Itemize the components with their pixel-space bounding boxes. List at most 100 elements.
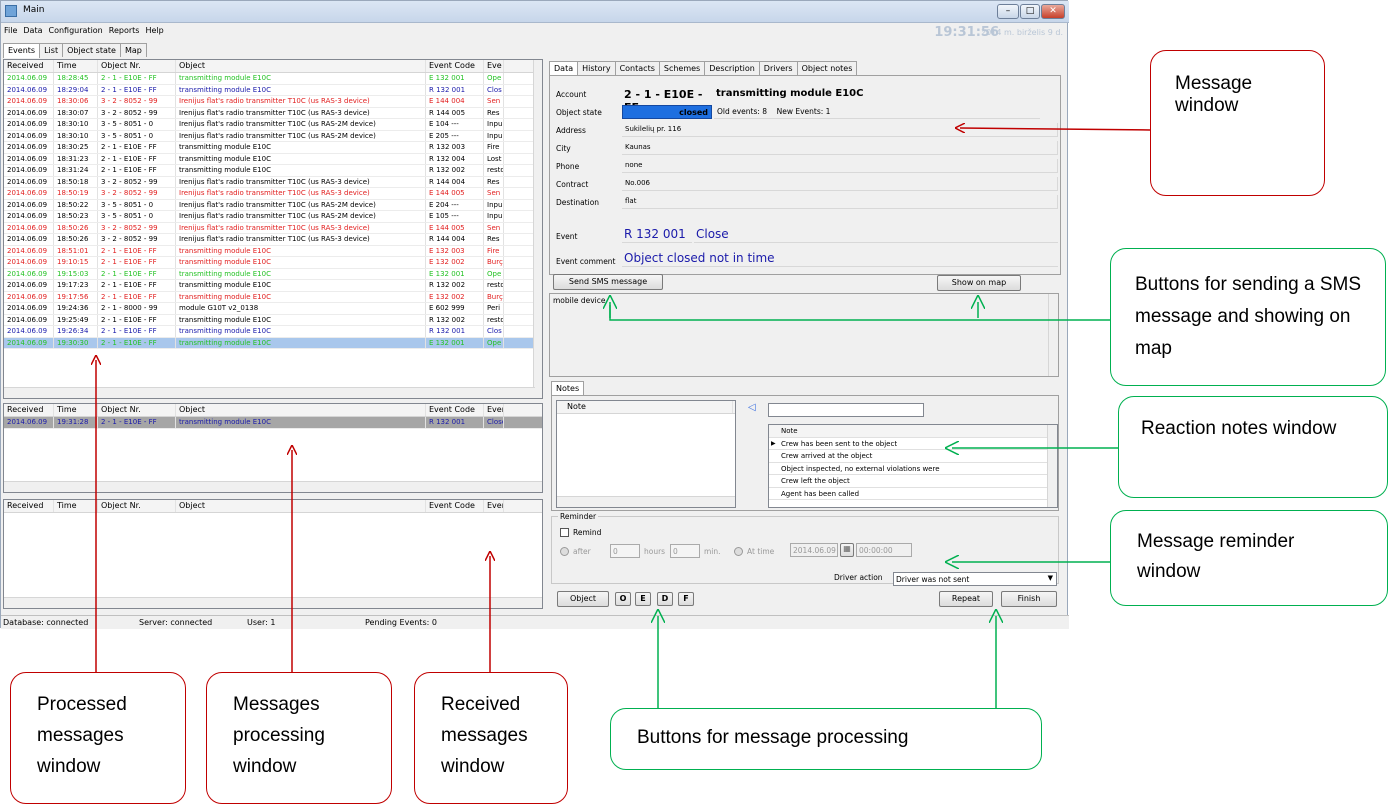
table-row[interactable]: 2014.06.09 18:50:26 3 - 2 - 8052 - 99 Ireni… — [4, 222, 542, 234]
close-button[interactable]: ✕ — [1041, 4, 1065, 19]
finish-button[interactable]: Finish — [1001, 591, 1057, 607]
vertical-scrollbar[interactable] — [1048, 294, 1058, 376]
maximize-button[interactable]: □ — [1020, 4, 1040, 19]
col-event-code[interactable]: Event Code — [426, 60, 484, 72]
minimize-button[interactable]: – — [997, 4, 1019, 19]
tab-list[interactable]: List — [39, 43, 64, 57]
reminder-date[interactable]: 2014.06.09 — [790, 543, 838, 557]
menu-configuration[interactable]: Configuration — [46, 23, 106, 38]
tab-contacts[interactable]: Contacts — [614, 61, 660, 75]
horizontal-scrollbar[interactable] — [557, 496, 735, 507]
col-time[interactable]: Time — [54, 404, 98, 416]
d-button[interactable]: D — [657, 592, 673, 606]
note-item[interactable]: Crew arrived at the object — [769, 450, 1057, 463]
table-row[interactable]: 2014.06.09 18:50:26 3 - 2 - 8052 - 99 Ireni… — [4, 234, 542, 246]
table-row[interactable]: 2014.06.09 19:31:28 2 - 1 - E10E - FF trans… — [4, 417, 542, 429]
cell-received: 2014.06.09 — [4, 211, 54, 222]
remind-checkbox[interactable] — [560, 528, 569, 537]
menu-reports[interactable]: Reports — [106, 23, 143, 38]
table-row[interactable]: 2014.06.09 18:50:23 3 - 5 - 8051 - 0 Irenij… — [4, 211, 542, 223]
horizontal-scrollbar[interactable] — [4, 597, 542, 608]
driver-action-select[interactable]: Driver was not sent ▼ — [893, 572, 1057, 586]
col-object-nr[interactable]: Object Nr. — [98, 60, 176, 72]
table-row[interactable]: 2014.06.09 19:17:23 2 - 1 - E10E - FF trans… — [4, 280, 542, 292]
vertical-scrollbar[interactable] — [533, 60, 542, 398]
table-row[interactable]: 2014.06.09 19:10:15 2 - 1 - E10E - FF trans… — [4, 257, 542, 269]
col-object-nr[interactable]: Object Nr. — [98, 500, 176, 512]
table-row[interactable]: 2014.06.09 18:50:22 3 - 5 - 8051 - 0 Irenij… — [4, 199, 542, 211]
table-row[interactable]: 2014.06.09 18:50:18 3 - 2 - 8052 - 99 Ireni… — [4, 176, 542, 188]
table-row[interactable]: 2014.06.09 18:28:45 2 - 1 - E10E - FF trans… — [4, 73, 542, 85]
cell-object: transmitting module E10C — [176, 417, 426, 428]
table-row[interactable]: 2014.06.09 18:30:06 3 - 2 - 8052 - 99 Ireni… — [4, 96, 542, 108]
table-row[interactable]: 2014.06.09 18:30:07 3 - 2 - 8052 - 99 Ireni… — [4, 107, 542, 119]
table-row[interactable]: 2014.06.09 19:30:30 2 - 1 - E10E - FF trans… — [4, 337, 542, 349]
col-event[interactable]: Ever — [484, 500, 504, 512]
cell-time: 18:30:25 — [54, 142, 98, 153]
horizontal-scrollbar[interactable] — [4, 387, 535, 398]
after-radio[interactable] — [560, 547, 569, 556]
table-row[interactable]: 2014.06.09 18:30:25 2 - 1 - E10E - FF trans… — [4, 142, 542, 154]
tab-description[interactable]: Description — [704, 61, 760, 75]
col-received[interactable]: Received — [4, 500, 54, 512]
col-received[interactable]: Received — [4, 404, 54, 416]
hours-stepper[interactable]: 0 — [610, 544, 640, 558]
tab-schemes[interactable]: Schemes — [658, 61, 706, 75]
menu-data[interactable]: Data — [20, 23, 45, 38]
col-event-code[interactable]: Event Code — [426, 500, 484, 512]
table-row[interactable]: 2014.06.09 19:17:56 2 - 1 - E10E - FF trans… — [4, 291, 542, 303]
calendar-icon[interactable]: ▦ — [840, 543, 854, 557]
col-event-code[interactable]: Event Code — [426, 404, 484, 416]
f-button[interactable]: F — [678, 592, 694, 606]
repeat-button[interactable]: Repeat — [939, 591, 993, 607]
menu-file[interactable]: File — [1, 23, 20, 38]
col-received[interactable]: Received — [4, 60, 54, 72]
col-time[interactable]: Time — [54, 60, 98, 72]
note-item[interactable]: Object inspected, no external violations… — [769, 463, 1057, 475]
send-sms-button[interactable]: Send SMS message — [553, 274, 663, 290]
tab-map[interactable]: Map — [119, 43, 147, 57]
e-button[interactable]: E — [635, 592, 651, 606]
reminder-time[interactable]: 00:00:00 — [856, 543, 912, 557]
note-input[interactable] — [768, 403, 924, 417]
cell-received: 2014.06.09 — [4, 257, 54, 268]
col-object[interactable]: Object — [176, 404, 426, 416]
tab-object-notes[interactable]: Object notes — [796, 61, 858, 75]
table-row[interactable]: 2014.06.09 18:50:19 3 - 2 - 8052 - 99 Ireni… — [4, 188, 542, 200]
table-row[interactable]: 2014.06.09 18:29:04 2 - 1 - E10E - FF trans… — [4, 84, 542, 96]
col-object[interactable]: Object — [176, 500, 426, 512]
note-item[interactable]: Crew has been sent to the object ▶ — [769, 438, 1057, 450]
at-time-radio[interactable] — [734, 547, 743, 556]
table-row[interactable]: 2014.06.09 18:31:23 2 - 1 - E10E - FF trans… — [4, 153, 542, 165]
menu-help[interactable]: Help — [142, 23, 166, 38]
note-item[interactable]: Agent has been called — [769, 488, 1057, 500]
table-row[interactable]: 2014.06.09 19:26:34 2 - 1 - E10E - FF trans… — [4, 326, 542, 338]
o-button[interactable]: O — [615, 592, 631, 606]
table-row[interactable]: 2014.06.09 19:15:03 2 - 1 - E10E - FF trans… — [4, 268, 542, 280]
tab-history[interactable]: History — [577, 61, 616, 75]
vertical-scrollbar[interactable] — [1047, 425, 1057, 507]
horizontal-scrollbar[interactable] — [4, 481, 542, 492]
table-row[interactable]: 2014.06.09 19:25:49 2 - 1 - E10E - FF trans… — [4, 314, 542, 326]
col-object[interactable]: Object — [176, 60, 426, 72]
show-on-map-button[interactable]: Show on map — [937, 275, 1021, 291]
minutes-stepper[interactable]: 0 — [670, 544, 700, 558]
col-time[interactable]: Time — [54, 500, 98, 512]
table-row[interactable]: 2014.06.09 18:30:10 3 - 5 - 8051 - 0 Irenij… — [4, 119, 542, 131]
table-row[interactable]: 2014.06.09 18:30:10 3 - 5 - 8051 - 0 Irenij… — [4, 130, 542, 142]
tab-object-state[interactable]: Object state — [62, 43, 121, 57]
tab-notes[interactable]: Notes — [551, 381, 585, 396]
tab-events[interactable]: Events — [3, 43, 41, 58]
triangle-left-icon[interactable]: ◁ — [748, 402, 756, 413]
tab-data[interactable]: Data — [549, 61, 579, 76]
table-row[interactable]: 2014.06.09 18:51:01 2 - 1 - E10E - FF trans… — [4, 245, 542, 257]
col-object-nr[interactable]: Object Nr. — [98, 404, 176, 416]
table-row[interactable]: 2014.06.09 18:31:24 2 - 1 - E10E - FF trans… — [4, 165, 542, 177]
tab-drivers[interactable]: Drivers — [758, 61, 798, 75]
object-button[interactable]: Object — [557, 591, 609, 607]
col-event[interactable]: Eve — [484, 60, 504, 72]
col-event[interactable]: Event — [484, 404, 504, 416]
table-row[interactable]: 2014.06.09 19:24:36 2 - 1 - 8000 - 99 modul… — [4, 303, 542, 315]
cell-object: transmitting module E10C — [176, 268, 426, 279]
note-item[interactable]: Crew left the object — [769, 475, 1057, 488]
